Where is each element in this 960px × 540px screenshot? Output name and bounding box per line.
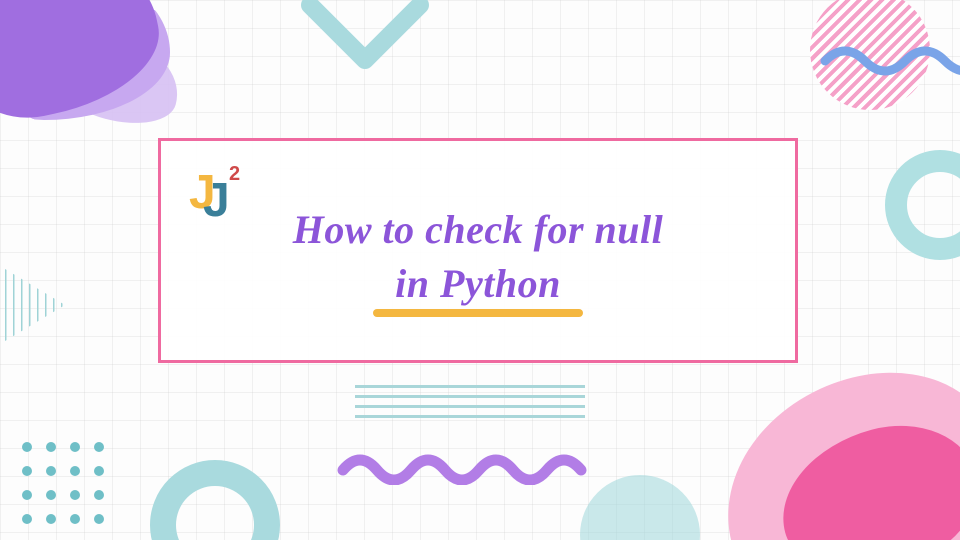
decor-blob-pink: [720, 380, 960, 540]
decor-dot-grid: [22, 442, 108, 528]
title-card: J J 2 How to check for null in Python: [158, 138, 798, 363]
decor-triangle-icon: [0, 245, 85, 365]
title-text: How to check for null in Python: [161, 203, 795, 329]
decor-wave-blue: [820, 6, 960, 86]
decor-horizontal-lines: [355, 378, 585, 425]
title-line-1: How to check for null: [161, 203, 795, 257]
title-line-2: in Python: [161, 257, 795, 311]
decor-wave-purple: [335, 445, 605, 485]
decor-underline-gold: [373, 309, 583, 317]
logo-superscript-2: 2: [229, 163, 240, 186]
decor-chevron-icon: [295, 0, 435, 90]
